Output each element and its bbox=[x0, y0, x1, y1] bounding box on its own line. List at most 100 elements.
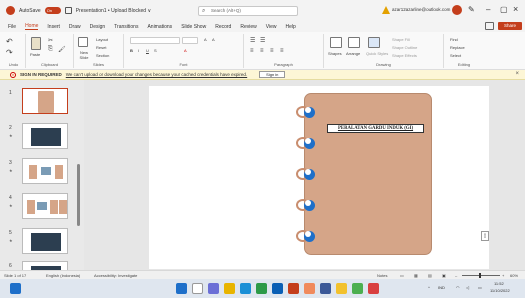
app-icon[interactable] bbox=[352, 283, 363, 294]
tab-draw[interactable]: Draw bbox=[69, 24, 81, 30]
word-icon[interactable] bbox=[272, 283, 283, 294]
zoom-out-icon[interactable]: – bbox=[455, 272, 457, 279]
tab-slide-show[interactable]: Slide Show bbox=[181, 24, 206, 30]
app-icon[interactable] bbox=[304, 283, 315, 294]
clock-time[interactable]: 11:52 bbox=[494, 281, 504, 286]
reading-view-icon[interactable]: ▤ bbox=[428, 272, 432, 279]
account-email[interactable]: azar12azarline@outlook.com bbox=[392, 7, 450, 12]
bullets-icon[interactable]: ☰ bbox=[250, 37, 255, 44]
start-icon[interactable] bbox=[10, 283, 21, 294]
paste-button[interactable]: Paste bbox=[30, 52, 40, 57]
app-icon[interactable] bbox=[368, 283, 379, 294]
slide-sorter-icon[interactable]: ▦ bbox=[414, 272, 418, 279]
notes-button[interactable]: Notes bbox=[377, 272, 387, 279]
notebook-shape[interactable] bbox=[304, 93, 432, 255]
tab-help[interactable]: Help bbox=[285, 24, 295, 30]
chrome-icon[interactable] bbox=[256, 283, 267, 294]
select-button[interactable]: Select bbox=[450, 53, 461, 58]
align-left-icon[interactable]: ≡ bbox=[250, 48, 254, 54]
tray-chevron-icon[interactable]: ^ bbox=[428, 285, 430, 290]
shape-outline-button[interactable]: Shape Outline bbox=[392, 45, 417, 50]
task-view-icon[interactable] bbox=[208, 283, 219, 294]
tab-design[interactable]: Design bbox=[90, 24, 106, 30]
document-title[interactable]: Presentation1 • Upload Blocked ∨ bbox=[76, 8, 151, 14]
clock-date[interactable]: 11/10/2022 bbox=[490, 288, 510, 293]
powerpoint-icon[interactable] bbox=[288, 283, 299, 294]
new-slide-icon[interactable] bbox=[78, 37, 88, 47]
notification-message[interactable]: We can't upload or download your changes… bbox=[66, 72, 247, 77]
zoom-in-icon[interactable]: + bbox=[502, 272, 504, 279]
slide[interactable]: PERALATAN GARDU INDUK (GI) bbox=[149, 86, 489, 269]
app-icon[interactable] bbox=[320, 283, 331, 294]
new-slide-button[interactable]: New Slide bbox=[76, 50, 92, 60]
quick-styles-button[interactable]: Quick Styles bbox=[366, 51, 388, 56]
sign-in-button[interactable]: Sign in bbox=[259, 71, 286, 78]
battery-icon[interactable]: ▭ bbox=[478, 285, 482, 290]
minimize-icon[interactable]: – bbox=[486, 5, 490, 14]
wifi-icon[interactable]: ◠ bbox=[456, 285, 460, 290]
accessibility-indicator[interactable]: Accessibility: Investigate bbox=[94, 272, 137, 279]
file-explorer-icon[interactable] bbox=[224, 283, 235, 294]
warning-icon[interactable] bbox=[382, 6, 390, 14]
underline-icon[interactable]: U bbox=[146, 48, 149, 53]
comments-icon[interactable] bbox=[485, 22, 494, 30]
numbering-icon[interactable]: ☰ bbox=[260, 37, 265, 44]
tab-record[interactable]: Record bbox=[215, 24, 231, 30]
tab-home[interactable]: Home bbox=[25, 23, 39, 30]
share-button[interactable]: Share bbox=[498, 22, 522, 30]
section-button[interactable]: Section bbox=[96, 53, 109, 58]
normal-view-icon[interactable]: ▭ bbox=[400, 272, 404, 279]
font-size-select[interactable] bbox=[182, 37, 198, 44]
slideshow-icon[interactable]: ▣ bbox=[442, 272, 446, 279]
undo-icon[interactable]: ↶ bbox=[6, 37, 13, 46]
close-icon[interactable]: × bbox=[515, 71, 519, 77]
slide-thumbnail[interactable] bbox=[22, 123, 68, 149]
shape-effects-button[interactable]: Shape Effects bbox=[392, 53, 417, 58]
bold-icon[interactable]: B bbox=[130, 48, 133, 53]
paste-icon[interactable] bbox=[31, 37, 41, 50]
avatar[interactable] bbox=[452, 5, 462, 15]
italic-icon[interactable]: I bbox=[138, 48, 139, 53]
reset-button[interactable]: Reset bbox=[96, 45, 106, 50]
align-right-icon[interactable]: ≡ bbox=[270, 48, 274, 54]
thumbnail-scrollbar[interactable] bbox=[77, 164, 80, 226]
slide-thumbnail[interactable] bbox=[22, 158, 68, 184]
redo-icon[interactable]: ↷ bbox=[6, 48, 13, 57]
close-icon[interactable]: × bbox=[513, 4, 518, 14]
slide-thumbnail[interactable] bbox=[22, 193, 68, 219]
copy-icon[interactable]: ⎘ bbox=[48, 46, 53, 53]
volume-icon[interactable]: ◁ bbox=[466, 285, 469, 290]
tab-file[interactable]: File bbox=[8, 24, 16, 30]
cut-icon[interactable]: ✂ bbox=[48, 37, 53, 44]
align-center-icon[interactable]: ≡ bbox=[260, 48, 264, 54]
shapes-button[interactable]: Shapes bbox=[328, 51, 342, 56]
tab-review[interactable]: Review bbox=[240, 24, 256, 30]
windows-start-icon[interactable] bbox=[176, 283, 187, 294]
replace-button[interactable]: Replace bbox=[450, 45, 465, 50]
save-icon[interactable] bbox=[64, 7, 72, 14]
arrange-button[interactable]: Arrange bbox=[346, 51, 360, 56]
slide-thumbnail[interactable] bbox=[22, 228, 68, 254]
tab-animations[interactable]: Animations bbox=[147, 24, 172, 30]
find-button[interactable]: Find bbox=[450, 37, 458, 42]
tab-insert[interactable]: Insert bbox=[47, 24, 60, 30]
quick-styles-icon[interactable] bbox=[368, 37, 380, 48]
slide-thumbnail[interactable] bbox=[22, 88, 68, 114]
arrange-icon[interactable] bbox=[348, 37, 360, 48]
app-icon[interactable] bbox=[336, 283, 347, 294]
strikethrough-icon[interactable]: S bbox=[154, 48, 157, 53]
font-name-select[interactable] bbox=[130, 37, 180, 44]
zoom-slider[interactable] bbox=[462, 275, 500, 276]
language-indicator[interactable]: English (Indonesia) bbox=[46, 272, 80, 279]
font-color-icon[interactable]: A bbox=[184, 48, 187, 53]
shape-fill-button[interactable]: Shape Fill bbox=[392, 37, 410, 42]
tab-view[interactable]: View bbox=[266, 24, 277, 30]
shrink-font-icon[interactable]: A bbox=[212, 37, 215, 42]
autosave-toggle[interactable]: On bbox=[44, 7, 61, 14]
grow-font-icon[interactable]: A bbox=[204, 37, 207, 42]
format-painter-icon[interactable]: 🖌 bbox=[58, 46, 66, 53]
edge-icon[interactable] bbox=[240, 283, 251, 294]
zoom-slider-thumb[interactable] bbox=[479, 273, 481, 278]
shapes-icon[interactable] bbox=[330, 37, 342, 48]
pen-icon[interactable]: ✎ bbox=[468, 5, 475, 14]
